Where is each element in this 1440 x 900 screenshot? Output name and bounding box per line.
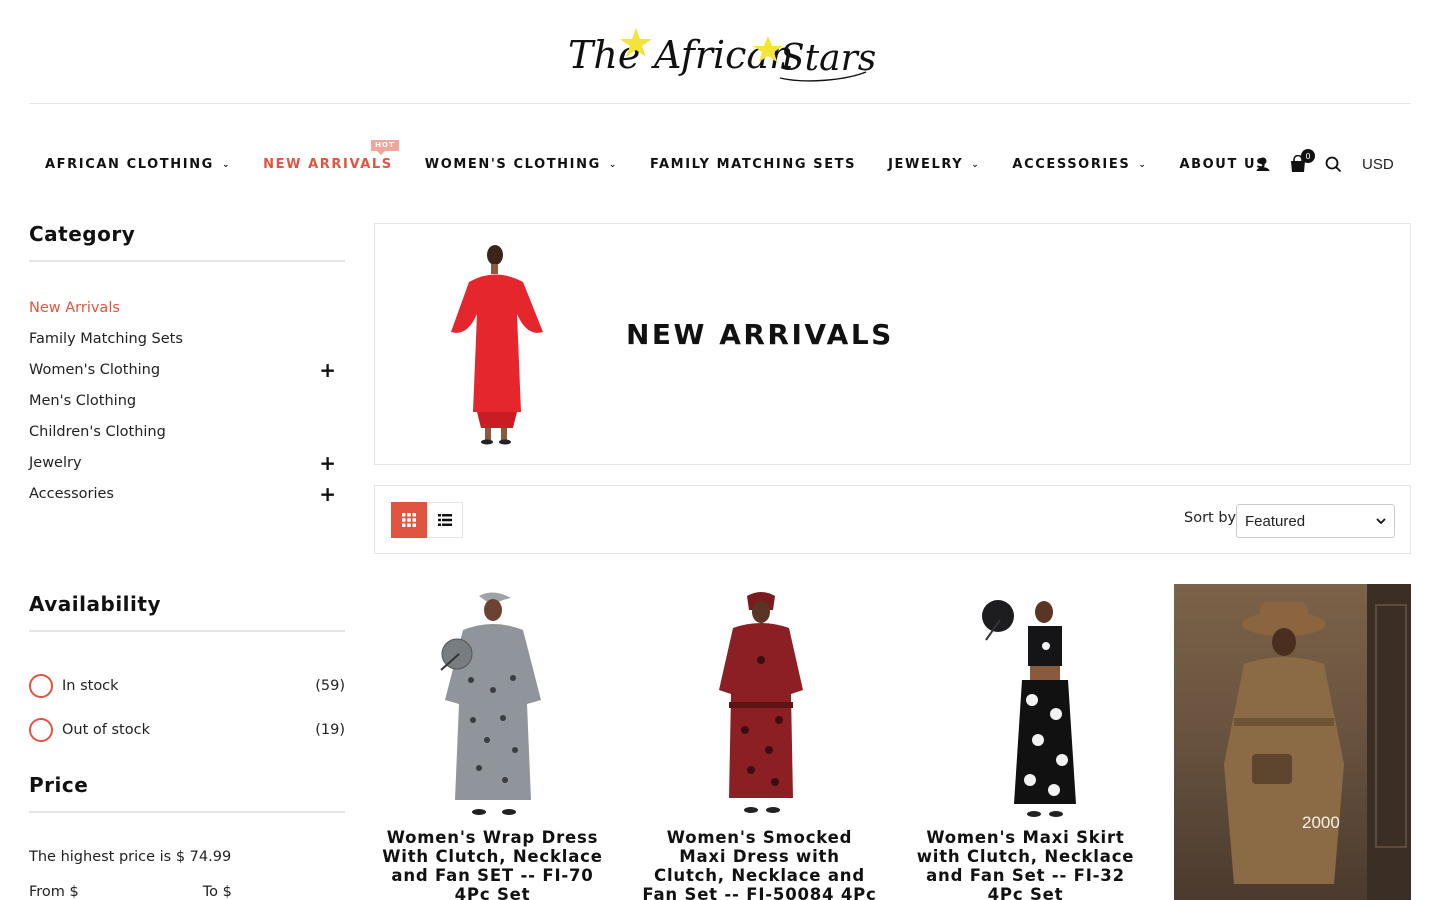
- user-icon: [1256, 157, 1270, 171]
- product-image[interactable]: [641, 584, 878, 822]
- list-icon: [438, 514, 452, 526]
- highest-price-text: The highest price is $ 74.99: [29, 849, 232, 865]
- nav-label: FAMILY MATCHING SETS: [650, 156, 857, 172]
- collection-toolbar: Sort by Featured: [374, 485, 1411, 554]
- grid-icon: [402, 513, 416, 527]
- svg-text:Stars: Stars: [780, 38, 876, 79]
- category-list: New Arrivals Family Matching Sets Women'…: [29, 292, 345, 517]
- product-photo: [981, 600, 1076, 817]
- product-card[interactable]: Women's Smocked Maxi Dress with Clutch, …: [641, 584, 878, 900]
- filter-label: Out of stock: [62, 722, 150, 738]
- price-filter: Price The highest price is $ 74.99 From …: [29, 773, 345, 900]
- product-photo: [718, 592, 803, 813]
- plus-icon[interactable]: +: [319, 451, 336, 475]
- plus-icon[interactable]: +: [319, 482, 336, 506]
- nav-item-family-matching-sets[interactable]: FAMILY MATCHING SETS: [650, 157, 856, 172]
- category-label: Children's Clothing: [29, 423, 166, 440]
- nav-label: AFRICAN CLOTHING: [45, 156, 214, 172]
- brand-logo[interactable]: The African Stars: [566, 14, 876, 92]
- price-heading: Price: [29, 773, 345, 813]
- nav-item-new-arrivals[interactable]: NEW ARRIVALS HOT: [263, 139, 399, 172]
- filter-count: (59): [315, 678, 345, 694]
- filter-label: In stock: [62, 678, 119, 694]
- chevron-down-icon: ⌄: [1138, 160, 1148, 170]
- availability-filter: Availability In stock (59) Out of stock …: [29, 592, 345, 752]
- product-title[interactable]: Women's Smocked Maxi Dress with Clutch, …: [641, 828, 878, 900]
- price-to-label: To $: [202, 884, 232, 900]
- chevron-down-icon: [1376, 518, 1386, 525]
- account-button[interactable]: [1255, 156, 1271, 172]
- category-label: Family Matching Sets: [29, 330, 183, 347]
- search-button[interactable]: [1325, 156, 1342, 173]
- price-range-labels: From $ To $: [29, 884, 345, 900]
- page-title: NEW ARRIVALS: [626, 318, 894, 351]
- nav-label: NEW ARRIVALS: [263, 156, 393, 172]
- category-heading: Category: [29, 222, 345, 262]
- radio-button[interactable]: [29, 674, 53, 698]
- list-view-button[interactable]: [427, 502, 463, 538]
- collection-banner: NEW ARRIVALS: [374, 223, 1411, 465]
- product-title[interactable]: Women's Maxi Skirt with Clutch, Necklace…: [907, 828, 1144, 900]
- currency-selector[interactable]: USD: [1362, 156, 1394, 173]
- product-title[interactable]: Women's Wrap Dress With Clutch, Necklace…: [374, 828, 611, 900]
- grid-view-button[interactable]: [391, 502, 427, 538]
- availability-heading: Availability: [29, 592, 345, 632]
- header-tools: 0 USD: [1255, 149, 1394, 176]
- filter-sidebar: Category New Arrivals Family Matching Se…: [29, 222, 345, 900]
- chevron-down-icon: ⌄: [221, 160, 232, 170]
- price-from-label: From $: [29, 884, 79, 900]
- sort-label: Sort by: [1184, 510, 1237, 526]
- filter-count: (19): [315, 722, 345, 738]
- photo-overlay-text: 2000: [1302, 813, 1340, 832]
- nav-label: JEWELRY: [888, 156, 964, 172]
- product-photo: [439, 592, 541, 815]
- nav-label: WOMEN'S CLOTHING: [424, 156, 601, 172]
- cart-count-badge: 0: [1301, 149, 1315, 163]
- product-photo: [1224, 602, 1344, 884]
- sort-value: Featured: [1245, 512, 1306, 530]
- hot-badge: HOT: [371, 139, 399, 155]
- availability-list: In stock (59) Out of stock (19): [29, 664, 345, 752]
- chevron-down-icon: ⌄: [971, 160, 981, 170]
- plus-icon[interactable]: +: [319, 358, 336, 382]
- product-card-photo[interactable]: 2000: [1174, 584, 1411, 900]
- nav-label: ACCESSORIES: [1012, 156, 1131, 172]
- banner-image: [451, 245, 543, 445]
- nav-item-african-clothing[interactable]: AFRICAN CLOTHING ⌄: [45, 157, 231, 172]
- chevron-down-icon: ⌄: [608, 160, 619, 170]
- nav-item-accessories[interactable]: ACCESSORIES ⌄: [1012, 157, 1147, 172]
- product-image[interactable]: [374, 584, 611, 822]
- product-card[interactable]: Women's Maxi Skirt with Clutch, Necklace…: [907, 584, 1144, 900]
- logo-lettering: The African Stars: [568, 28, 876, 82]
- category-label: New Arrivals: [29, 299, 120, 316]
- filter-out-of-stock[interactable]: Out of stock (19): [29, 708, 345, 752]
- nav-item-jewelry[interactable]: JEWELRY ⌄: [888, 157, 980, 172]
- category-label: Women's Clothing: [29, 361, 161, 378]
- category-label: Accessories: [29, 485, 114, 502]
- category-item-accessories[interactable]: Accessories +: [29, 478, 345, 517]
- category-label: Jewelry: [29, 454, 82, 471]
- header-divider: [29, 103, 1411, 104]
- radio-button[interactable]: [29, 718, 53, 742]
- cart-button[interactable]: 0: [1289, 149, 1315, 173]
- main-nav: AFRICAN CLOTHING ⌄ NEW ARRIVALS HOT WOME…: [45, 139, 1299, 174]
- category-label: Men's Clothing: [29, 392, 137, 409]
- search-icon: [1325, 156, 1342, 172]
- sort-select[interactable]: Featured: [1236, 504, 1395, 538]
- product-image[interactable]: [907, 584, 1144, 822]
- nav-item-womens-clothing[interactable]: WOMEN'S CLOTHING ⌄: [425, 157, 618, 172]
- filter-in-stock[interactable]: In stock (59): [29, 664, 345, 708]
- product-card[interactable]: Women's Wrap Dress With Clutch, Necklace…: [374, 584, 611, 900]
